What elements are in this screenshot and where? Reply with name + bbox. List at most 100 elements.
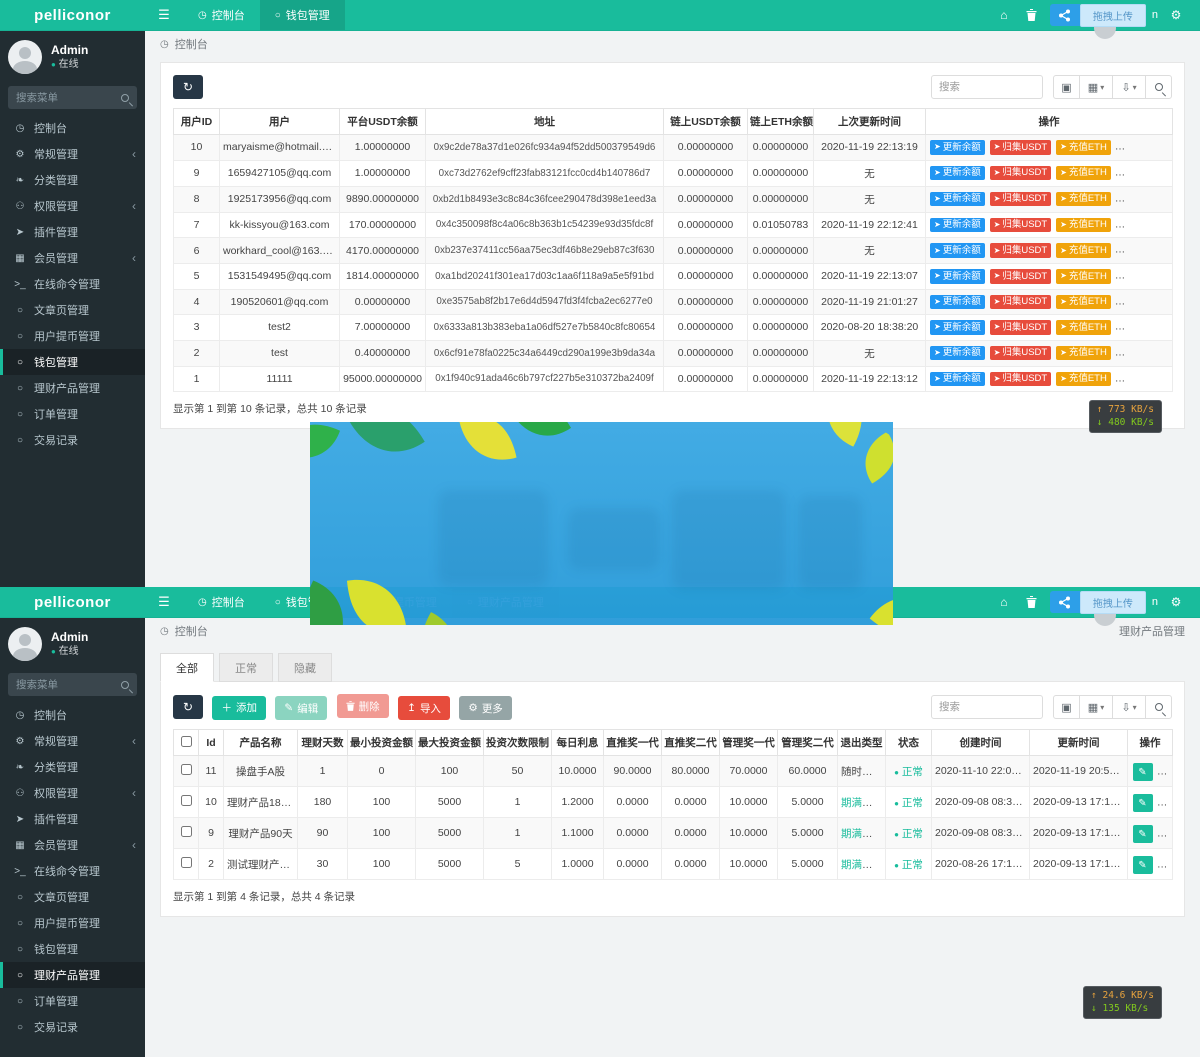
sidebar-item[interactable]: ○ 钱包管理 ‹ bbox=[0, 936, 145, 962]
add-button[interactable]: ＋添加 bbox=[212, 696, 266, 720]
sidebar-item[interactable]: ○ 用户提币管理 ‹ bbox=[0, 323, 145, 349]
collect-usdt-button[interactable]: ➤归集USDT bbox=[990, 295, 1052, 310]
trash-icon[interactable] bbox=[1018, 9, 1046, 21]
row-checkbox[interactable] bbox=[181, 857, 192, 868]
collect-usdt-button[interactable]: ➤归集USDT bbox=[990, 346, 1052, 361]
delete-button[interactable]: 删除 bbox=[337, 694, 389, 718]
status-tab[interactable]: 正常 bbox=[219, 653, 273, 682]
column-header[interactable]: 创建时间 bbox=[932, 730, 1030, 756]
import-button[interactable]: ↥导入 bbox=[398, 696, 450, 720]
sidebar-item[interactable]: ○ 文章页管理 ‹ bbox=[0, 297, 145, 323]
collect-eth-button[interactable]: ➤归集ETH bbox=[1116, 166, 1171, 181]
recharge-eth-button[interactable]: ➤充值ETH bbox=[1056, 140, 1111, 155]
edit-row-button[interactable]: ✎ bbox=[1133, 856, 1153, 874]
status-tab[interactable]: 隐藏 bbox=[278, 653, 332, 682]
update-balance-button[interactable]: ➤更新余额 bbox=[930, 320, 985, 335]
nav-tab[interactable]: ◷ 控制台 bbox=[183, 0, 260, 30]
collect-usdt-button[interactable]: ➤归集USDT bbox=[990, 269, 1052, 284]
recharge-eth-button[interactable]: ➤充值ETH bbox=[1056, 269, 1111, 284]
hamburger-icon[interactable]: ☰ bbox=[145, 0, 183, 30]
collect-usdt-button[interactable]: ➤归集USDT bbox=[990, 320, 1052, 335]
column-header[interactable]: 产品名称 bbox=[224, 730, 298, 756]
column-header[interactable]: 上次更新时间 bbox=[814, 109, 926, 135]
sidebar-item[interactable]: ⚇ 权限管理 ‹ bbox=[0, 780, 145, 806]
sidebar-item[interactable]: ○ 订单管理 ‹ bbox=[0, 988, 145, 1014]
collect-eth-button[interactable]: ➤归集ETH bbox=[1116, 346, 1171, 361]
collect-eth-button[interactable]: ➤归集ETH bbox=[1116, 218, 1171, 233]
sidebar-item[interactable]: ○ 钱包管理 ‹ bbox=[0, 349, 145, 375]
edit-row-button[interactable]: ✎ bbox=[1133, 825, 1153, 843]
update-balance-button[interactable]: ➤更新余额 bbox=[930, 372, 985, 387]
column-header[interactable]: 退出类型 bbox=[838, 730, 886, 756]
column-header[interactable]: 状态 bbox=[886, 730, 932, 756]
sidebar-item[interactable]: >_ 在线命令管理 ‹ bbox=[0, 858, 145, 884]
trash-icon[interactable] bbox=[1018, 596, 1046, 608]
collect-usdt-button[interactable]: ➤归集USDT bbox=[990, 218, 1052, 233]
card-view-toggle-button[interactable]: ▣ bbox=[1053, 75, 1080, 99]
share-nodes-icon[interactable] bbox=[1050, 4, 1080, 26]
edit-row-button[interactable]: ✎ bbox=[1133, 763, 1153, 781]
drag-upload-button[interactable]: 拖拽上传 bbox=[1080, 4, 1146, 27]
row-checkbox[interactable] bbox=[181, 826, 192, 837]
update-balance-button[interactable]: ➤更新余额 bbox=[930, 295, 985, 310]
sidebar-search-input[interactable] bbox=[16, 679, 121, 691]
collect-usdt-button[interactable]: ➤归集USDT bbox=[990, 166, 1052, 181]
column-header[interactable]: 更新时间 bbox=[1030, 730, 1128, 756]
update-balance-button[interactable]: ➤更新余额 bbox=[930, 166, 985, 181]
update-balance-button[interactable]: ➤更新余额 bbox=[930, 243, 985, 258]
update-balance-button[interactable]: ➤更新余额 bbox=[930, 269, 985, 284]
column-header[interactable]: 操作 bbox=[926, 109, 1173, 135]
table-search-input[interactable] bbox=[931, 75, 1043, 99]
columns-dropdown-button[interactable]: ▦▾ bbox=[1079, 75, 1113, 99]
column-header[interactable]: 链上USDT余额 bbox=[664, 109, 748, 135]
column-header[interactable]: 理财天数 bbox=[298, 730, 348, 756]
sidebar-item[interactable]: ▦ 会员管理 ‹ bbox=[0, 245, 145, 271]
sidebar-item[interactable]: ❧ 分类管理 ‹ bbox=[0, 167, 145, 193]
export-dropdown-button[interactable]: ⇩▾ bbox=[1112, 695, 1146, 719]
recharge-eth-button[interactable]: ➤充值ETH bbox=[1056, 372, 1111, 387]
column-header[interactable]: 用户 bbox=[220, 109, 340, 135]
sidebar-item[interactable]: ▦ 会员管理 ‹ bbox=[0, 832, 145, 858]
collect-usdt-button[interactable]: ➤归集USDT bbox=[990, 140, 1052, 155]
sidebar-item[interactable]: ○ 交易记录 ‹ bbox=[0, 427, 145, 453]
column-header[interactable]: 管理奖一代 bbox=[720, 730, 778, 756]
sidebar-item[interactable]: ⚙ 常规管理 ‹ bbox=[0, 141, 145, 167]
nav-tab[interactable]: ◷ 控制台 bbox=[183, 587, 260, 617]
recharge-eth-button[interactable]: ➤充值ETH bbox=[1056, 166, 1111, 181]
edit-button[interactable]: ✎编辑 bbox=[275, 696, 327, 720]
recharge-eth-button[interactable]: ➤充值ETH bbox=[1056, 243, 1111, 258]
sidebar-item[interactable]: ⚙ 常规管理 ‹ bbox=[0, 728, 145, 754]
card-view-toggle-button[interactable]: ▣ bbox=[1053, 695, 1080, 719]
column-header[interactable]: 操作 bbox=[1128, 730, 1173, 756]
refresh-button[interactable]: ↻ bbox=[173, 695, 203, 719]
sidebar-item[interactable]: ➤ 插件管理 ‹ bbox=[0, 219, 145, 245]
sidebar-item[interactable]: ➤ 插件管理 ‹ bbox=[0, 806, 145, 832]
column-header[interactable]: 最小投资金额 bbox=[348, 730, 416, 756]
column-header[interactable]: 直推奖二代 bbox=[662, 730, 720, 756]
columns-dropdown-button[interactable]: ▦▾ bbox=[1079, 695, 1113, 719]
home-icon[interactable]: ⌂ bbox=[990, 595, 1018, 609]
sidebar-item[interactable]: ○ 理财产品管理 ‹ bbox=[0, 962, 145, 988]
collect-usdt-button[interactable]: ➤归集USDT bbox=[990, 192, 1052, 207]
row-checkbox[interactable] bbox=[181, 764, 192, 775]
home-icon[interactable]: ⌂ bbox=[990, 8, 1018, 22]
export-dropdown-button[interactable]: ⇩▾ bbox=[1112, 75, 1146, 99]
drag-upload-button[interactable]: 拖拽上传 bbox=[1080, 591, 1146, 614]
share-nodes-icon[interactable] bbox=[1050, 591, 1080, 613]
collect-eth-button[interactable]: ➤归集ETH bbox=[1116, 269, 1171, 284]
collect-eth-button[interactable]: ➤归集ETH bbox=[1116, 192, 1171, 207]
sidebar-item[interactable]: ○ 用户提币管理 ‹ bbox=[0, 910, 145, 936]
hamburger-icon[interactable]: ☰ bbox=[145, 587, 183, 617]
sidebar-item[interactable]: ○ 交易记录 ‹ bbox=[0, 1014, 145, 1040]
column-header[interactable]: 用户ID bbox=[174, 109, 220, 135]
collect-eth-button[interactable]: ➤归集ETH bbox=[1116, 140, 1171, 155]
delete-row-button[interactable] bbox=[1158, 823, 1172, 841]
column-header[interactable]: Id bbox=[199, 730, 224, 756]
update-balance-button[interactable]: ➤更新余额 bbox=[930, 218, 985, 233]
collect-eth-button[interactable]: ➤归集ETH bbox=[1116, 295, 1171, 310]
column-header[interactable]: 地址 bbox=[426, 109, 664, 135]
sidebar-item[interactable]: ◷ 控制台 ‹ bbox=[0, 115, 145, 141]
column-header[interactable]: 投资次数限制 bbox=[484, 730, 552, 756]
sidebar-item[interactable]: ⚇ 权限管理 ‹ bbox=[0, 193, 145, 219]
delete-row-button[interactable] bbox=[1158, 854, 1172, 872]
